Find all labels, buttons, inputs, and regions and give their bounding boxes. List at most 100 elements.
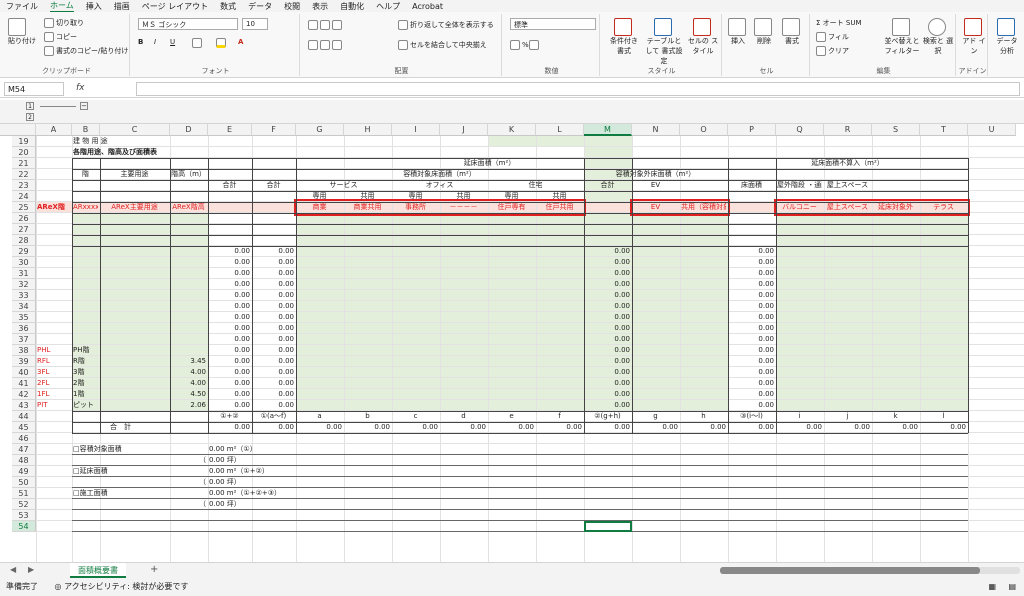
table-border-v[interactable]	[296, 158, 297, 433]
column-header-M[interactable]: M	[584, 124, 632, 136]
paste-button[interactable]: 貼り付け	[8, 18, 36, 46]
gridline-h[interactable]	[36, 443, 1024, 444]
gridline-h[interactable]	[36, 267, 1024, 268]
currency-button[interactable]: %	[510, 40, 541, 50]
spreadsheet-grid[interactable]: A B C D E F G H I J K L M N O P Q R S T U 19 20 21 22 23 24 25 26 27 2…	[0, 124, 1024, 562]
delete-cells-button[interactable]: 削除	[754, 18, 774, 46]
summary-border[interactable]	[72, 454, 968, 455]
gridline-h[interactable]	[36, 344, 1024, 345]
underline-button[interactable]: U	[170, 38, 175, 46]
menu-tab-5[interactable]: 数式	[220, 1, 236, 12]
menu-tab-0[interactable]: ファイル	[6, 1, 38, 12]
row-header-38[interactable]: 38	[12, 345, 36, 356]
outline-collapse-button[interactable]: −	[80, 102, 88, 110]
gridline-h[interactable]	[36, 311, 1024, 312]
column-header-S[interactable]: S	[872, 124, 920, 136]
column-header-F[interactable]: F	[252, 124, 296, 136]
column-header-L[interactable]: L	[536, 124, 584, 136]
scrollbar-thumb[interactable]	[720, 567, 980, 574]
row-header-48[interactable]: 48	[12, 455, 36, 466]
accessibility-status[interactable]: アクセシビリティ: 検討が必要です	[64, 582, 188, 591]
row-header-47[interactable]: 47	[12, 444, 36, 455]
row-header-35[interactable]: 35	[12, 312, 36, 323]
summary-border[interactable]	[72, 487, 968, 488]
table-border[interactable]	[72, 235, 968, 236]
row-header-42[interactable]: 42	[12, 389, 36, 400]
copy-button[interactable]: コピー	[44, 32, 77, 42]
table-border-v[interactable]	[100, 158, 101, 433]
table-border[interactable]	[72, 213, 968, 214]
row-header-44[interactable]: 44	[12, 411, 36, 422]
table-border-v[interactable]	[584, 158, 585, 433]
summary-border[interactable]	[72, 509, 968, 510]
format-table-button[interactable]: テーブルとして 書式設定	[644, 18, 684, 66]
row-header-50[interactable]: 50	[12, 477, 36, 488]
font-size-select[interactable]: 10	[242, 18, 268, 30]
row-header-32[interactable]: 32	[12, 279, 36, 290]
cell-style-button[interactable]: セルの スタイル	[686, 18, 720, 56]
data-analysis-button[interactable]: データ 分析	[992, 18, 1022, 56]
table-border[interactable]	[72, 411, 968, 412]
column-header-E[interactable]: E	[208, 124, 252, 136]
insert-cells-button[interactable]: 挿入	[728, 18, 748, 46]
table-border-v[interactable]	[776, 158, 777, 433]
column-header-U[interactable]: U	[968, 124, 1016, 136]
gridline-h[interactable]	[36, 256, 1024, 257]
row-header-30[interactable]: 30	[12, 257, 36, 268]
column-header-D[interactable]: D	[170, 124, 208, 136]
table-border[interactable]	[72, 191, 968, 192]
table-border[interactable]	[72, 158, 968, 159]
outline-level-1[interactable]: 1	[26, 102, 34, 110]
row-header-26[interactable]: 26	[12, 213, 36, 224]
menu-tab-3[interactable]: 描画	[114, 1, 130, 12]
menu-tab-1[interactable]: ホーム	[50, 0, 74, 13]
menu-tab-9[interactable]: 自動化	[340, 1, 364, 12]
row-header-49[interactable]: 49	[12, 466, 36, 477]
row-header-37[interactable]: 37	[12, 334, 36, 345]
row-header-39[interactable]: 39	[12, 356, 36, 367]
row-header-43[interactable]: 43	[12, 400, 36, 411]
column-header-C[interactable]: C	[100, 124, 170, 136]
fx-button[interactable]: fx	[76, 83, 85, 93]
summary-border[interactable]	[72, 531, 968, 532]
column-header-J[interactable]: J	[440, 124, 488, 136]
summary-border[interactable]	[72, 520, 968, 521]
row-header-40[interactable]: 40	[12, 367, 36, 378]
number-format-select[interactable]: 標準	[510, 18, 596, 30]
sort-filter-button[interactable]: 並べ替えと フィルター	[884, 18, 920, 56]
table-border[interactable]	[72, 433, 968, 434]
row-header-24[interactable]: 24	[12, 191, 36, 202]
menu-tab-2[interactable]: 挿入	[86, 1, 102, 12]
table-border-v[interactable]	[632, 158, 633, 433]
outline-level-2[interactable]: 2	[26, 113, 34, 121]
formula-input[interactable]	[136, 82, 1020, 96]
table-border-v[interactable]	[72, 158, 73, 433]
column-header-R[interactable]: R	[824, 124, 872, 136]
selected-cell-M54[interactable]	[584, 521, 632, 532]
menu-tab-8[interactable]: 表示	[312, 1, 328, 12]
normal-view-icon[interactable]: ▦	[988, 578, 996, 596]
align-top-button[interactable]	[308, 20, 344, 30]
table-border-v[interactable]	[252, 158, 253, 433]
summary-border[interactable]	[72, 465, 968, 466]
gridline-h[interactable]	[36, 278, 1024, 279]
menu-tab-11[interactable]: Acrobat	[412, 2, 443, 11]
table-border-v[interactable]	[968, 158, 969, 433]
row-header-41[interactable]: 41	[12, 378, 36, 389]
row-header-28[interactable]: 28	[12, 235, 36, 246]
add-sheet-button[interactable]: +	[150, 564, 158, 575]
summary-border[interactable]	[72, 476, 968, 477]
row-header-19[interactable]: 19	[12, 136, 36, 147]
cut-button[interactable]: 切り取り	[44, 18, 84, 28]
row-header-23[interactable]: 23	[12, 180, 36, 191]
name-box[interactable]: M54	[4, 82, 64, 96]
column-header-Q[interactable]: Q	[776, 124, 824, 136]
wrap-text-button[interactable]: 折り返して全体を表示する	[398, 20, 494, 30]
tab-scroll-right-icon[interactable]: ▶	[28, 565, 34, 574]
table-border[interactable]	[72, 224, 968, 225]
row-header-36[interactable]: 36	[12, 323, 36, 334]
merge-button[interactable]: セルを結合して中央揃え	[398, 40, 487, 50]
table-border[interactable]	[72, 246, 968, 247]
fill-button[interactable]: フィル	[816, 32, 849, 42]
menu-tab-6[interactable]: データ	[248, 1, 272, 12]
